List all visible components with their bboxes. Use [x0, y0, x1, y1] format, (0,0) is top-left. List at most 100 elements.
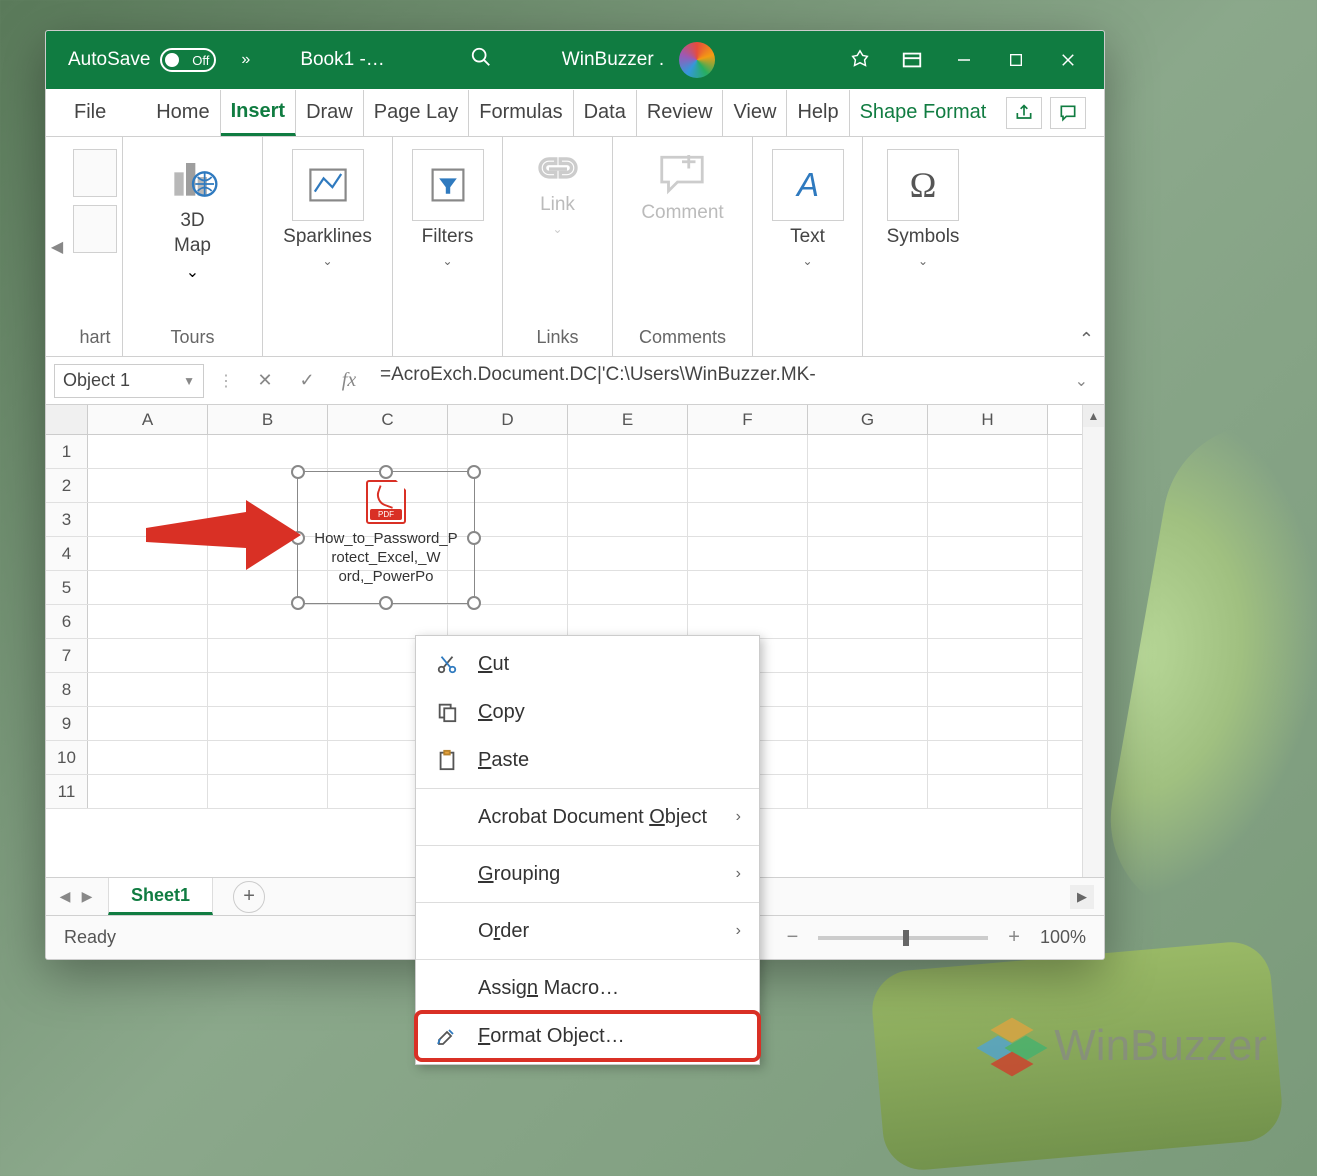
ribbon-scroll-left[interactable]: ◀	[46, 137, 68, 356]
collapse-ribbon-icon[interactable]: ⌃	[1079, 329, 1094, 350]
resize-handle[interactable]	[291, 596, 305, 610]
resize-handle[interactable]	[291, 531, 305, 545]
expand-formula-bar-icon[interactable]: ⌄	[1067, 371, 1096, 391]
tab-home[interactable]: Home	[146, 90, 220, 136]
enter-icon[interactable]: ✓	[290, 364, 324, 398]
cell[interactable]	[808, 741, 928, 774]
cell[interactable]	[688, 605, 808, 638]
tab-data[interactable]: Data	[574, 90, 637, 136]
cell[interactable]	[808, 673, 928, 706]
column-header[interactable]: G	[808, 405, 928, 434]
column-header[interactable]: F	[688, 405, 808, 434]
add-sheet-button[interactable]: +	[233, 881, 265, 913]
context-assign-macro[interactable]: Assign Macro…	[416, 964, 759, 1012]
context-copy[interactable]: Copy	[416, 688, 759, 736]
row-header[interactable]: 1	[46, 435, 88, 468]
row-header[interactable]: 11	[46, 775, 88, 808]
vertical-scrollbar[interactable]: ▲	[1082, 405, 1104, 877]
cell[interactable]	[208, 639, 328, 672]
resize-handle[interactable]	[467, 465, 481, 479]
cell[interactable]	[448, 435, 568, 468]
cell[interactable]	[928, 673, 1048, 706]
tab-file[interactable]: File	[64, 90, 116, 136]
symbols-button[interactable]: Ω Symbols ⌄	[887, 149, 960, 268]
text-button[interactable]: A Text ⌄	[772, 149, 844, 268]
maximize-button[interactable]	[1005, 49, 1027, 71]
cell[interactable]	[688, 537, 808, 570]
cell[interactable]	[808, 503, 928, 536]
ribbon-display-icon[interactable]	[901, 49, 923, 71]
row-header[interactable]: 6	[46, 605, 88, 638]
row-header[interactable]: 2	[46, 469, 88, 502]
column-header[interactable]: H	[928, 405, 1048, 434]
share-button[interactable]	[1006, 97, 1042, 129]
account-avatar[interactable]	[679, 42, 715, 78]
context-cut[interactable]: Cut	[416, 640, 759, 688]
cell[interactable]	[688, 571, 808, 604]
cell[interactable]	[328, 435, 448, 468]
cell[interactable]	[208, 741, 328, 774]
cell[interactable]	[928, 469, 1048, 502]
cell[interactable]	[208, 707, 328, 740]
filters-button[interactable]: Filters ⌄	[412, 149, 484, 268]
premium-icon[interactable]	[849, 49, 871, 71]
cell[interactable]	[88, 435, 208, 468]
sheet-nav-prev[interactable]: ◀	[54, 888, 76, 905]
tab-shape-format[interactable]: Shape Format	[850, 90, 997, 136]
zoom-out-button[interactable]: −	[787, 926, 799, 949]
cell[interactable]	[808, 707, 928, 740]
sheet-tab-sheet1[interactable]: Sheet1	[108, 878, 213, 915]
autosave-toggle[interactable]: AutoSave Off	[68, 48, 216, 72]
cell[interactable]	[88, 537, 208, 570]
cell[interactable]	[928, 435, 1048, 468]
row-header[interactable]: 3	[46, 503, 88, 536]
comments-button[interactable]	[1050, 97, 1086, 129]
context-acrobat-object[interactable]: Acrobat Document Object ›	[416, 793, 759, 841]
zoom-level[interactable]: 100%	[1040, 927, 1086, 948]
cell[interactable]	[928, 639, 1048, 672]
formula-input[interactable]: =AcroExch.Document.DC|'C:\Users\WinBuzze…	[374, 364, 1059, 398]
row-header[interactable]: 5	[46, 571, 88, 604]
resize-handle[interactable]	[291, 465, 305, 479]
search-icon[interactable]	[470, 46, 492, 74]
row-header[interactable]: 10	[46, 741, 88, 774]
cell[interactable]	[88, 469, 208, 502]
name-box[interactable]: Object 1 ▼	[54, 364, 204, 398]
tab-view[interactable]: View	[723, 90, 787, 136]
cell[interactable]	[568, 469, 688, 502]
cell[interactable]	[928, 707, 1048, 740]
comment-button[interactable]: Comment	[641, 149, 723, 226]
embedded-pdf-object[interactable]: PDF How_to_Password_Protect_Excel,_Word,…	[291, 465, 481, 610]
cell[interactable]	[208, 435, 328, 468]
select-all-corner[interactable]	[46, 405, 88, 434]
context-paste[interactable]: Paste	[416, 736, 759, 784]
context-order[interactable]: Order ›	[416, 907, 759, 955]
cell[interactable]	[88, 639, 208, 672]
cell[interactable]	[688, 435, 808, 468]
cell[interactable]	[88, 775, 208, 808]
zoom-in-button[interactable]: +	[1008, 926, 1020, 949]
cell[interactable]	[208, 775, 328, 808]
cell[interactable]	[928, 537, 1048, 570]
cell[interactable]	[928, 741, 1048, 774]
cell[interactable]	[808, 571, 928, 604]
resize-handle[interactable]	[467, 531, 481, 545]
cell[interactable]	[88, 673, 208, 706]
insert-function-icon[interactable]: fx	[332, 364, 366, 398]
row-header[interactable]: 8	[46, 673, 88, 706]
tab-formulas[interactable]: Formulas	[469, 90, 573, 136]
link-button[interactable]: Link ⌄	[531, 149, 585, 236]
cell[interactable]	[568, 605, 688, 638]
cell[interactable]	[808, 605, 928, 638]
cell[interactable]	[88, 741, 208, 774]
cell[interactable]	[928, 571, 1048, 604]
cell[interactable]	[928, 775, 1048, 808]
tab-draw[interactable]: Draw	[296, 90, 364, 136]
cell[interactable]	[568, 435, 688, 468]
cell[interactable]	[88, 605, 208, 638]
row-header[interactable]: 9	[46, 707, 88, 740]
formula-bar-menu-icon[interactable]: ⋮	[212, 371, 240, 391]
cell[interactable]	[808, 469, 928, 502]
column-header[interactable]: B	[208, 405, 328, 434]
close-button[interactable]	[1057, 49, 1079, 71]
